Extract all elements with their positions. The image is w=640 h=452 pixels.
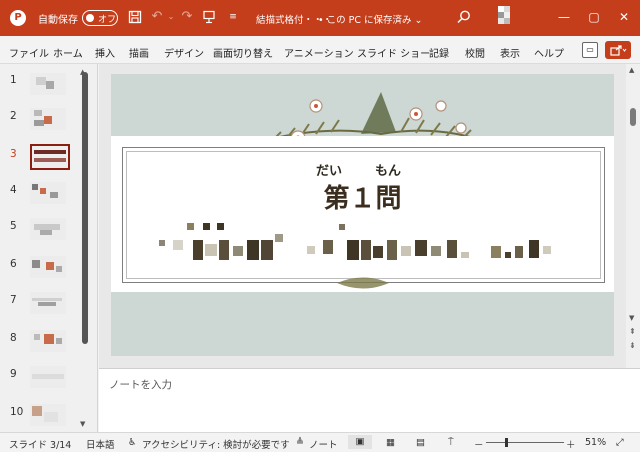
notes-placeholder[interactable]: ノートを入力 xyxy=(109,377,172,392)
slide-number: 7 xyxy=(10,294,17,306)
slide-thumbnail[interactable] xyxy=(30,292,66,314)
tab-view[interactable]: 表示 xyxy=(500,45,520,60)
zoom-in-button[interactable]: ＋ xyxy=(566,437,576,451)
accessibility-icon[interactable]: ♿ xyxy=(128,437,137,448)
tab-slideshow[interactable]: スライド ショー xyxy=(357,45,430,60)
next-slide-icon[interactable]: ⇟ xyxy=(629,341,636,350)
slide-thumbnail[interactable] xyxy=(30,366,66,388)
toggle-state: オフ xyxy=(98,15,117,25)
normal-view-icon[interactable]: ▣ xyxy=(348,435,372,449)
slide-thumbnail[interactable] xyxy=(30,256,66,278)
slide-number: 8 xyxy=(10,332,17,344)
slide-number: 1 xyxy=(10,74,17,86)
slide-number: 2 xyxy=(10,110,17,122)
slide-counter: スライド 3/14 xyxy=(9,440,72,451)
zoom-slider-thumb[interactable] xyxy=(505,438,508,447)
slideshow-view-icon[interactable]: ⍑ xyxy=(448,437,454,448)
editor-scrollbar[interactable]: ▲ ▼ ⇞ ⇟ xyxy=(626,64,640,368)
furigana-left: だい xyxy=(316,164,343,179)
furigana-right: もん xyxy=(375,164,402,179)
scroll-down-icon[interactable]: ▼ xyxy=(629,314,634,322)
ribbon-tabs: ファイル ホーム 挿入 描画 デザイン 画面切り替え アニメーション スライド … xyxy=(0,36,640,64)
autosave-toggle[interactable]: オフ xyxy=(82,10,118,26)
share-button[interactable] xyxy=(605,41,631,59)
slide-thumbnail-active[interactable] xyxy=(30,144,70,170)
notes-icon[interactable]: ≜ xyxy=(296,437,304,448)
undo-dropdown-icon[interactable]: ⌄ xyxy=(164,10,178,24)
thumbnail-scrollbar[interactable] xyxy=(82,72,88,344)
status-bar: スライド 3/14 日本語 ♿ アクセシビリティ: 検討が必要です ≜ ノート … xyxy=(0,432,640,452)
scrollbar-thumb[interactable] xyxy=(630,108,636,126)
close-button[interactable]: ✕ xyxy=(614,8,634,26)
accessibility-status[interactable]: アクセシビリティ: 検討が必要です xyxy=(142,437,290,451)
autosave-label: 自動保存 xyxy=(38,15,78,26)
slide-sorter-icon[interactable]: ▦ xyxy=(386,437,395,448)
scroll-down-icon[interactable]: ▼ xyxy=(80,420,85,428)
reading-view-icon[interactable]: ▤ xyxy=(416,437,425,448)
tab-home[interactable]: ホーム xyxy=(53,45,83,60)
tab-draw[interactable]: 描画 xyxy=(129,45,149,60)
previous-slide-icon[interactable]: ⇞ xyxy=(629,327,636,336)
language-indicator[interactable]: 日本語 xyxy=(86,437,115,451)
powerpoint-logo-icon: P xyxy=(10,10,26,26)
slide-thumbnail[interactable] xyxy=(30,218,66,240)
scroll-up-icon[interactable]: ▲ xyxy=(629,66,634,74)
present-icon[interactable] xyxy=(202,10,216,24)
slide-canvas[interactable]: だい もん 第１問 xyxy=(111,74,614,356)
avatar[interactable] xyxy=(498,6,516,28)
slide-number: 4 xyxy=(10,184,17,196)
slide-number: 5 xyxy=(10,220,17,232)
notes-pane[interactable]: ノートを入力 xyxy=(99,368,640,432)
tab-help[interactable]: ヘルプ xyxy=(534,45,564,60)
toggle-knob xyxy=(86,13,94,22)
minimize-button[interactable]: — xyxy=(554,8,574,26)
slide-thumbnail[interactable] xyxy=(30,182,66,204)
title-bar: P 自動保存 オフ ↶ ⌄ ↷ ≡ 結描式格付・・・ • この PC に保存済み… xyxy=(0,0,640,36)
fit-to-window-icon[interactable]: ⤢ xyxy=(616,437,624,448)
slide-thumbnail[interactable] xyxy=(30,108,66,130)
search-icon[interactable] xyxy=(456,9,472,25)
tab-insert[interactable]: 挿入 xyxy=(95,45,115,60)
zoom-out-button[interactable]: － xyxy=(474,437,484,451)
slide-thumbnail[interactable] xyxy=(30,330,66,352)
comment-icon[interactable]: ▭ xyxy=(582,42,598,58)
bottom-ornament xyxy=(337,277,389,289)
maximize-button[interactable]: ▢ xyxy=(584,8,604,26)
slide-number: 6 xyxy=(10,258,17,270)
customize-toolbar-icon[interactable]: ≡ xyxy=(226,10,240,24)
slide-title[interactable]: 第１問 xyxy=(111,178,614,215)
tab-transitions[interactable]: 画面切り替え xyxy=(213,45,273,60)
tab-file[interactable]: ファイル xyxy=(9,45,49,60)
zoom-level[interactable]: 51% xyxy=(585,437,606,448)
tab-record[interactable]: 記録 xyxy=(429,45,449,60)
slide-number: 3 xyxy=(10,148,17,160)
zoom-slider[interactable] xyxy=(486,442,564,443)
tab-review[interactable]: 校閲 xyxy=(465,45,485,60)
tab-animations[interactable]: アニメーション xyxy=(284,45,354,60)
undo-icon[interactable]: ↶ xyxy=(150,10,164,24)
save-status[interactable]: • この PC に保存済み ⌄ xyxy=(318,12,423,26)
slide-thumbnail[interactable] xyxy=(30,404,66,426)
tab-design[interactable]: デザイン xyxy=(164,45,204,60)
redo-icon[interactable]: ↷ xyxy=(180,10,194,24)
slide-number: 10 xyxy=(10,406,24,418)
slide-number: 9 xyxy=(10,368,17,380)
save-icon[interactable] xyxy=(128,10,142,24)
slide-thumbnail[interactable] xyxy=(30,73,66,95)
notes-button[interactable]: ノート xyxy=(309,437,338,451)
